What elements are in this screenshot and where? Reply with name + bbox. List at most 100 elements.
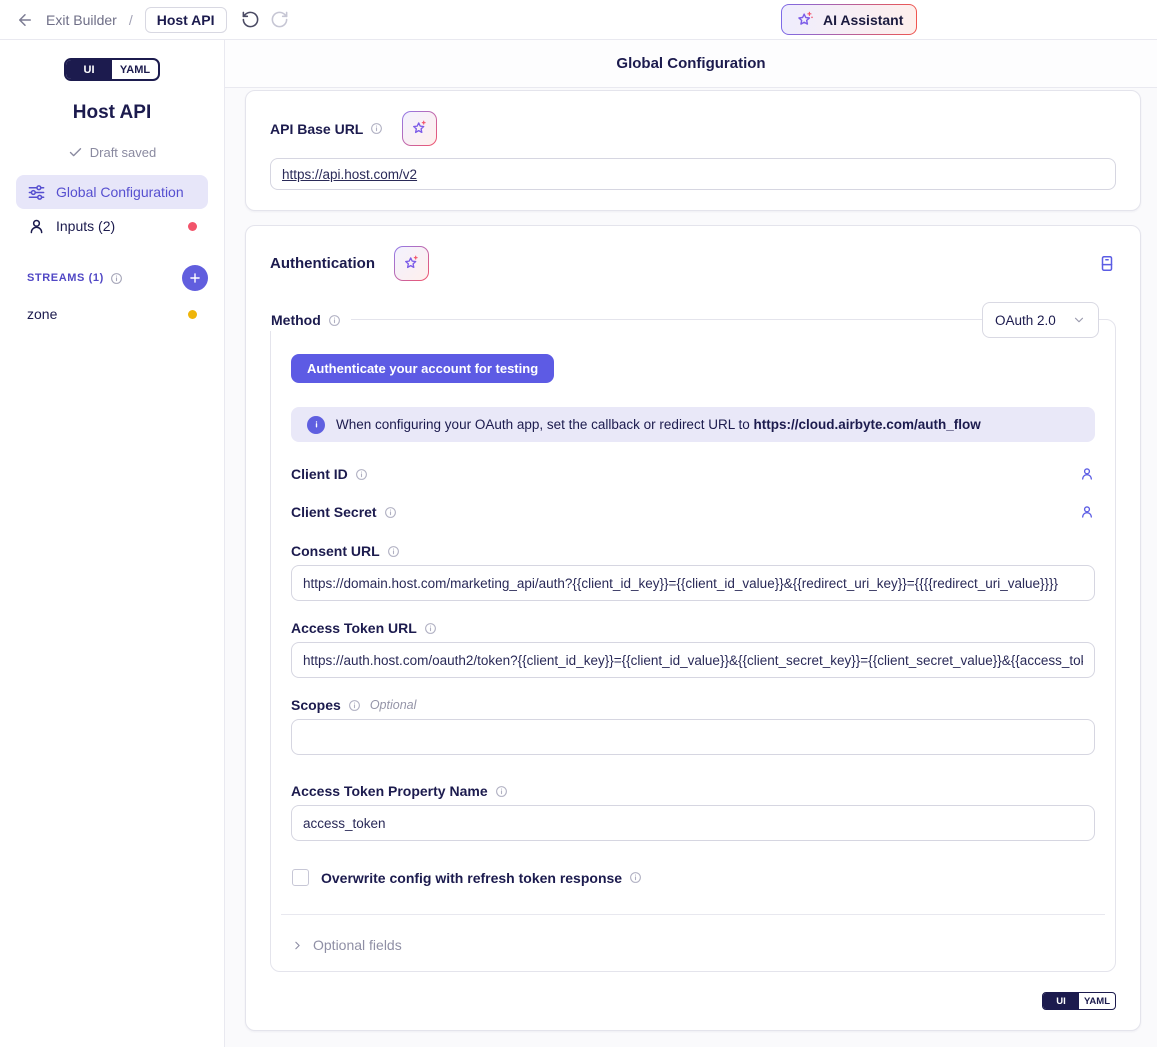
- info-icon: [495, 785, 508, 798]
- api-base-url-card: API Base URL: [245, 90, 1141, 211]
- authentication-card: Authentication: [245, 225, 1141, 1031]
- connector-title: Host API: [0, 102, 224, 124]
- ui-yaml-toggle: UI YAML: [64, 58, 160, 81]
- main-content: API Base URL: [225, 88, 1157, 1047]
- access-token-url-label: Access Token URL: [291, 620, 417, 636]
- oauth-info-banner: When configuring your OAuth app, set the…: [291, 407, 1095, 442]
- stream-name: zone: [27, 306, 57, 322]
- authenticate-button[interactable]: Authenticate your account for testing: [291, 354, 554, 383]
- check-icon: [68, 145, 83, 160]
- undo-icon: [241, 10, 260, 29]
- ai-assistant-button[interactable]: AI Assistant: [781, 4, 917, 35]
- overwrite-config-row: Overwrite config with refresh token resp…: [291, 869, 1095, 886]
- sidebar-item-global-configuration[interactable]: Global Configuration: [16, 175, 208, 209]
- client-secret-row: Client Secret: [291, 500, 1095, 524]
- method-selected-value: OAuth 2.0: [995, 313, 1056, 328]
- redo-button[interactable]: [270, 10, 289, 29]
- sidebar-item-stream-zone[interactable]: zone: [16, 301, 208, 327]
- scopes-label: Scopes: [291, 697, 341, 713]
- toggle-ui[interactable]: UI: [66, 60, 112, 79]
- info-filled-icon: [307, 416, 325, 434]
- info-icon: [328, 314, 341, 327]
- ai-assistant-label: AI Assistant: [823, 12, 903, 28]
- banner-text: When configuring your OAuth app, set the…: [336, 417, 981, 432]
- sidebar-item-inputs[interactable]: Inputs (2): [16, 209, 208, 243]
- optional-tag: Optional: [370, 698, 417, 712]
- consent-url-input[interactable]: [291, 565, 1095, 601]
- chevron-down-icon: [1072, 313, 1086, 327]
- main-panel: Global Configuration API Base URL: [225, 40, 1157, 1047]
- book-icon: [1098, 254, 1116, 273]
- toggle-ui[interactable]: UI: [1043, 993, 1079, 1009]
- api-base-url-input[interactable]: [270, 158, 1116, 190]
- info-icon: [384, 506, 397, 519]
- overwrite-config-label: Overwrite config with refresh token resp…: [321, 870, 642, 886]
- client-id-row: Client ID: [291, 462, 1095, 486]
- documentation-button[interactable]: [1098, 254, 1116, 273]
- chevron-right-icon: [291, 939, 304, 952]
- streams-header-label: STREAMS (1): [16, 272, 104, 284]
- user-icon: [1079, 504, 1095, 520]
- method-label: Method: [271, 312, 321, 328]
- callback-url: https://cloud.airbyte.com/auth_flow: [753, 417, 980, 432]
- access-token-url-field: Access Token URL: [291, 620, 1095, 678]
- authentication-label: Authentication: [270, 255, 375, 272]
- undo-button[interactable]: [241, 10, 260, 29]
- info-icon: [424, 622, 437, 635]
- client-secret-label: Client Secret: [291, 504, 377, 520]
- sidebar-item-label: Inputs (2): [56, 218, 115, 234]
- token-property-label: Access Token Property Name: [291, 783, 488, 799]
- access-token-url-input[interactable]: [291, 642, 1095, 678]
- overwrite-config-checkbox[interactable]: [292, 869, 309, 886]
- toggle-yaml[interactable]: YAML: [1079, 993, 1115, 1009]
- token-property-input[interactable]: [291, 805, 1095, 841]
- sidebar: UI YAML Host API Draft saved Global Conf…: [0, 40, 225, 1047]
- app-root: Exit Builder / Host API AI Assistant: [0, 0, 1157, 1047]
- draft-status-label: Draft saved: [90, 145, 156, 160]
- optional-fields-label: Optional fields: [313, 937, 402, 953]
- consent-url-label: Consent URL: [291, 543, 380, 559]
- connector-name-field[interactable]: Host API: [145, 7, 227, 33]
- sparkle-icon: [795, 10, 815, 30]
- client-id-label: Client ID: [291, 466, 348, 482]
- plus-icon: [188, 271, 202, 285]
- add-stream-button[interactable]: [182, 265, 208, 291]
- consent-url-field: Consent URL: [291, 543, 1095, 601]
- sparkle-icon: [402, 254, 421, 273]
- sidebar-nav: Global Configuration Inputs (2): [0, 175, 224, 243]
- info-icon: [387, 545, 400, 558]
- info-icon: [110, 272, 123, 285]
- back-button[interactable]: [16, 11, 34, 29]
- user-input-button[interactable]: [1079, 466, 1095, 482]
- ai-suggest-button[interactable]: [402, 111, 437, 146]
- user-icon: [1079, 466, 1095, 482]
- stream-warning-dot: [188, 310, 197, 319]
- draft-status: Draft saved: [0, 145, 224, 160]
- scopes-field: Scopes Optional: [291, 697, 1095, 755]
- section-ui-yaml-toggle: UI YAML: [1042, 992, 1116, 1010]
- info-icon: [348, 699, 361, 712]
- user-icon: [27, 217, 46, 236]
- toggle-yaml[interactable]: YAML: [112, 60, 158, 79]
- breadcrumb-exit-builder[interactable]: Exit Builder: [46, 12, 117, 28]
- optional-fields-toggle[interactable]: Optional fields: [291, 937, 1095, 953]
- history-controls: [241, 10, 289, 29]
- oauth-group: Method OAuth 2.0 Authenticate your accou: [270, 319, 1116, 972]
- scopes-input[interactable]: [291, 719, 1095, 755]
- breadcrumb-separator: /: [129, 12, 133, 28]
- user-input-button[interactable]: [1079, 504, 1095, 520]
- api-base-url-label: API Base URL: [270, 121, 363, 137]
- divider: [281, 914, 1105, 915]
- redo-icon: [270, 10, 289, 29]
- page-title: Global Configuration: [225, 40, 1157, 88]
- streams-header: STREAMS (1): [16, 265, 208, 291]
- ai-suggest-button[interactable]: [394, 246, 429, 281]
- topbar: Exit Builder / Host API AI Assistant: [0, 0, 1157, 40]
- info-icon: [355, 468, 368, 481]
- sliders-icon: [27, 183, 46, 202]
- sparkle-icon: [410, 119, 429, 138]
- info-icon: [370, 122, 383, 135]
- token-property-field: Access Token Property Name: [291, 783, 1095, 841]
- method-select[interactable]: OAuth 2.0: [982, 302, 1099, 338]
- info-icon: [629, 871, 642, 884]
